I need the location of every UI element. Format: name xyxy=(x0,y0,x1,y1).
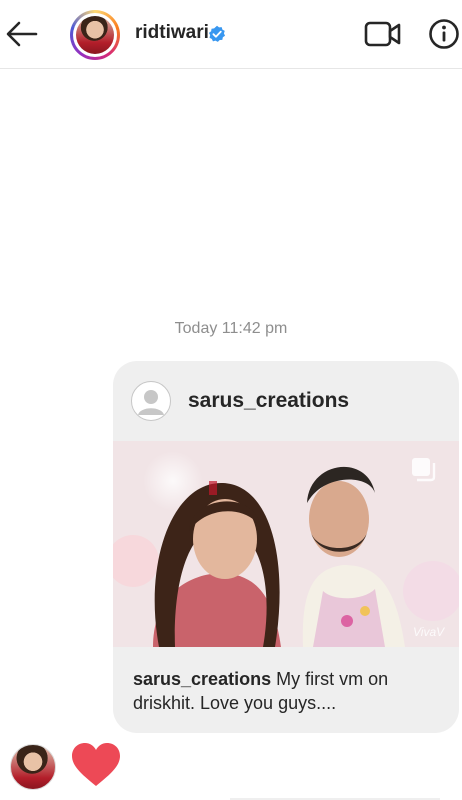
image-watermark: VivaV xyxy=(413,625,445,639)
shared-post-card[interactable]: sarus_creations VivaV sarus_creations My… xyxy=(113,361,459,733)
info-icon[interactable] xyxy=(428,18,460,50)
message-timestamp: Today 11:42 pm xyxy=(174,320,288,337)
heart-icon[interactable] xyxy=(70,742,122,788)
chat-username[interactable]: ridtiwari xyxy=(135,22,209,44)
profile-avatar[interactable] xyxy=(70,10,120,60)
caption-username: sarus_creations xyxy=(133,669,272,689)
shared-post-header[interactable]: sarus_creations xyxy=(113,361,459,441)
verified-badge-icon xyxy=(208,25,226,42)
shared-post-author[interactable]: sarus_creations xyxy=(188,389,349,413)
profile-photo xyxy=(76,16,114,54)
shared-post-caption: sarus_creations My first vm on driskhit.… xyxy=(133,667,443,715)
chat-header: ridtiwari xyxy=(0,0,462,69)
default-avatar-icon xyxy=(131,381,171,421)
back-arrow-icon[interactable] xyxy=(4,16,40,52)
shared-post-image[interactable]: VivaV xyxy=(113,441,459,647)
carousel-icon xyxy=(412,458,436,482)
post-image-illustration xyxy=(113,441,459,647)
sender-avatar[interactable] xyxy=(10,744,56,790)
video-call-icon[interactable] xyxy=(364,18,402,50)
